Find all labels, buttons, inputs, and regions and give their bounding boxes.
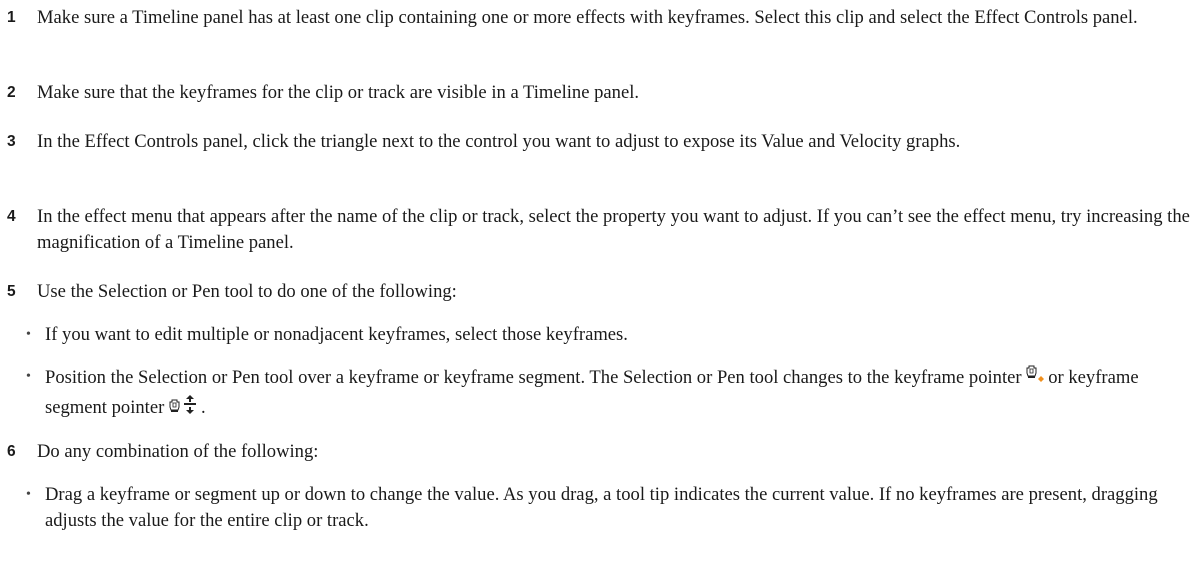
step-text: Do any combination of the following:: [37, 441, 319, 462]
step-6-bullet-1: • Drag a keyframe or segment up or down …: [26, 482, 1195, 534]
step-text: In the Effect Controls panel, click the …: [37, 131, 961, 152]
step-4: 4 In the effect menu that appears after …: [7, 204, 1197, 256]
step-6: 6 Do any combination of the following:: [7, 439, 1197, 465]
bullet-text: Drag a keyframe or segment up or down to…: [45, 484, 1158, 531]
step-number: 5: [7, 283, 16, 300]
step-number: 6: [7, 443, 16, 460]
step-text: Make sure a Timeline panel has at least …: [37, 7, 1138, 28]
step-3: 3 In the Effect Controls panel, click th…: [7, 129, 1197, 155]
step-number: 1: [7, 9, 16, 26]
step-text: In the effect menu that appears after th…: [37, 206, 1190, 253]
step-number: 2: [7, 84, 16, 101]
step-number: 4: [7, 208, 16, 225]
step-2: 2 Make sure that the keyframes for the c…: [7, 80, 1197, 106]
step-text: Use the Selection or Pen tool to do one …: [37, 281, 457, 302]
bullet-text-part-3: .: [200, 397, 206, 418]
keyframe-segment-pointer-icon: [169, 394, 201, 424]
bullet-dot: •: [26, 327, 31, 342]
step-5: 5 Use the Selection or Pen tool to do on…: [7, 279, 1197, 305]
bullet-text-part-1: Position the Selection or Pen tool over …: [45, 367, 1027, 388]
bullet-text: If you want to edit multiple or nonadjac…: [45, 324, 628, 345]
step-1: 1 Make sure a Timeline panel has at leas…: [7, 5, 1197, 31]
step-5-bullet-2: • Position the Selection or Pen tool ove…: [26, 364, 1195, 424]
bullet-dot: •: [26, 369, 31, 384]
step-number: 3: [7, 133, 16, 150]
step-text: Make sure that the keyframes for the cli…: [37, 82, 640, 103]
keyframe-pointer-icon: [1026, 364, 1048, 394]
step-5-bullet-1: • If you want to edit multiple or nonadj…: [26, 322, 1195, 348]
bullet-dot: •: [26, 487, 31, 502]
